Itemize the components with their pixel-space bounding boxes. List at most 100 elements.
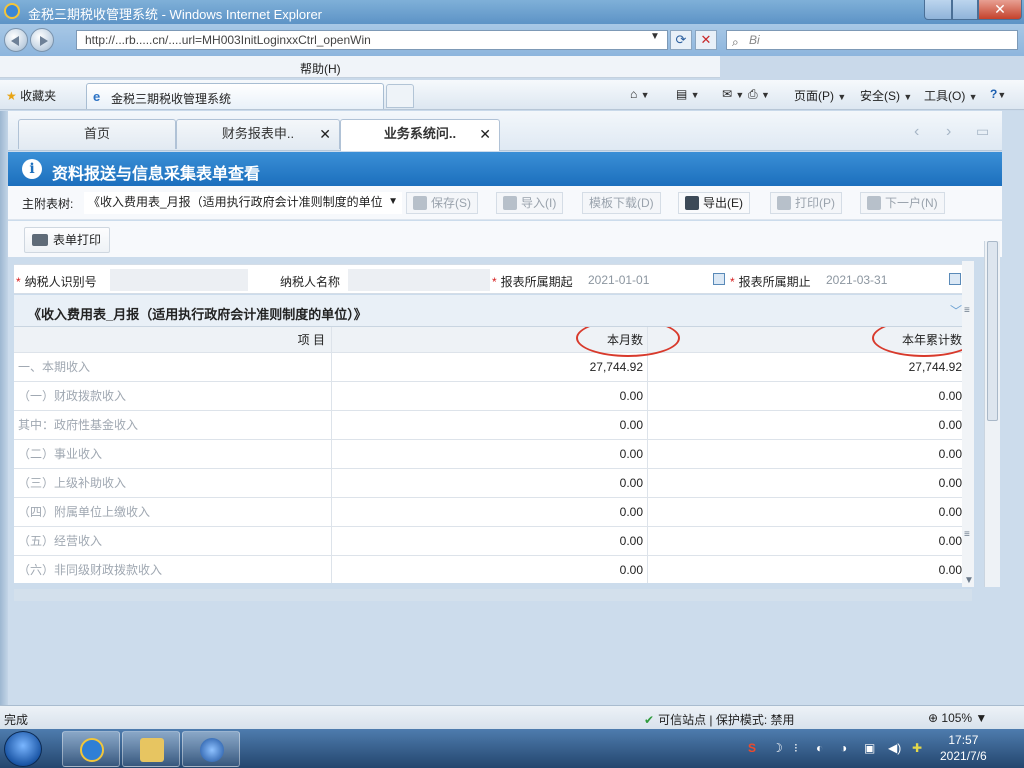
tab-home[interactable]: 首页: [18, 119, 176, 149]
page-menu[interactable]: 页面(P) ▼: [794, 87, 846, 104]
period-start-field[interactable]: 2021-01-01: [584, 269, 712, 291]
collapse-chevron-icon[interactable]: ﹀: [950, 302, 962, 319]
cell-ytd-value[interactable]: 0.00: [648, 469, 964, 498]
menu-bar: 帮助(H): [0, 56, 720, 78]
command-bar: ★ 收藏夹 e 金税三期税收管理系统 ⌂ ▼ ▤ ▼ ✉ ▼ ⎙ ▼ 页面(P)…: [0, 80, 1024, 110]
new-tab-button[interactable]: [386, 84, 414, 108]
scroll-down-icon[interactable]: ▼: [964, 575, 974, 586]
scroll-thumb[interactable]: [987, 241, 998, 421]
navigation-bar: http://...rb.....cn/....url=MH003InitLog…: [0, 24, 1024, 56]
forward-button[interactable]: [30, 28, 54, 52]
address-bar[interactable]: http://...rb.....cn/....url=MH003InitLog…: [76, 30, 668, 50]
export-icon: [685, 196, 699, 210]
cell-ytd-value[interactable]: 0.00: [648, 498, 964, 527]
cell-month-value[interactable]: 0.00: [332, 382, 648, 411]
taxpayer-id-label: * 纳税人识别号: [16, 275, 97, 289]
print-button[interactable]: 打印(P): [770, 192, 842, 214]
stop-button[interactable]: ✕: [695, 30, 717, 50]
ime-icon[interactable]: S: [748, 741, 756, 755]
cell-month-value[interactable]: 0.00: [332, 469, 648, 498]
close-tab-icon[interactable]: ✕: [319, 120, 331, 148]
cell-ytd-value[interactable]: 0.00: [648, 556, 964, 583]
close-window-button[interactable]: ✕: [978, 0, 1022, 20]
cell-month-value[interactable]: 0.00: [332, 440, 648, 469]
minimize-button[interactable]: [924, 0, 952, 20]
page-scrollbar[interactable]: [984, 241, 1000, 587]
calendar-icon[interactable]: [949, 273, 961, 285]
scroll-grip-icon: ≡: [964, 529, 970, 540]
browser-tab[interactable]: e 金税三期税收管理系统: [86, 83, 384, 109]
cell-ytd-value[interactable]: 0.00: [648, 411, 964, 440]
refresh-button[interactable]: ⟳: [670, 30, 692, 50]
save-button[interactable]: 保存(S): [406, 192, 478, 214]
taxpayer-name-field[interactable]: [348, 269, 490, 291]
tray-icon[interactable]: ◐: [816, 741, 823, 755]
left-collapse-strip[interactable]: [0, 111, 8, 705]
home-icon[interactable]: ⌂ ▼: [630, 87, 650, 101]
tray-plus-icon[interactable]: ✚: [912, 741, 922, 755]
system-clock[interactable]: 17:57 2021/7/6: [940, 732, 987, 764]
zoom-level[interactable]: ⊕ 105% ▼: [928, 711, 987, 725]
template-download-button[interactable]: 模板下载(D): [582, 192, 661, 214]
report-title-bar: 《收入费用表_月报（适用执行政府会计准则制度的单位）》 ﹀: [14, 295, 972, 327]
taskbar-explorer[interactable]: [122, 731, 180, 767]
tab-scroll-right-icon[interactable]: ›: [946, 123, 951, 141]
menu-help[interactable]: 帮助(H): [300, 60, 341, 77]
tab-scroll-left-icon[interactable]: ‹: [914, 123, 919, 141]
tab-financial-report[interactable]: 财务报表申.. ✕: [176, 119, 340, 149]
cell-month-value[interactable]: 0.00: [332, 527, 648, 556]
next-taxpayer-button[interactable]: 下一户(N): [860, 192, 945, 214]
tab-maximize-icon[interactable]: ▭: [976, 123, 989, 140]
taxpayer-id-field[interactable]: [110, 269, 248, 291]
address-dropdown-icon[interactable]: ▼: [650, 31, 660, 42]
print-icon[interactable]: ⎙ ▼: [748, 87, 770, 102]
print-row: 表单打印: [8, 221, 1002, 257]
folder-icon: [140, 738, 164, 762]
security-zone[interactable]: ✔ 可信站点 | 保护模式: 禁用: [644, 711, 795, 728]
safety-menu[interactable]: 安全(S) ▼: [860, 87, 912, 104]
export-button[interactable]: 导出(E): [678, 192, 750, 214]
period-end-field[interactable]: 2021-03-31: [822, 269, 948, 291]
search-input[interactable]: ⌕ Bi: [726, 30, 1018, 50]
maximize-button[interactable]: [952, 0, 978, 20]
cell-month-value[interactable]: 27,744.92: [332, 353, 648, 382]
start-button[interactable]: [4, 731, 42, 767]
windows-taskbar: S ☽ ⁝ ◐ ◑ ▣ ◀) ✚ 17:57 2021/7/6: [0, 729, 1024, 768]
network-icon[interactable]: ▣: [864, 741, 875, 755]
table-row: 一、本期收入 27,744.92 27,744.92: [14, 353, 964, 382]
cell-ytd-value[interactable]: 0.00: [648, 527, 964, 556]
tray-arrow-icon[interactable]: ⁝: [794, 741, 798, 755]
tray-icon[interactable]: ◑: [840, 741, 847, 755]
favorites-button[interactable]: ★ 收藏夹: [6, 87, 56, 104]
feeds-icon[interactable]: ▤ ▼: [676, 87, 700, 101]
calendar-icon[interactable]: [713, 273, 725, 285]
tray-icon[interactable]: ☽: [772, 741, 783, 755]
table-row: （一）财政拨款收入 0.00 0.00: [14, 382, 964, 411]
tab-business-system[interactable]: 业务系统问.. ✕: [340, 119, 500, 151]
scroll-grip-icon: ≡: [964, 305, 970, 316]
import-button[interactable]: 导入(I): [496, 192, 564, 214]
cell-month-value[interactable]: 0.00: [332, 498, 648, 527]
taskbar-ie[interactable]: [62, 731, 120, 767]
taxpayer-name-label: 纳税人名称: [280, 275, 341, 289]
tools-menu[interactable]: 工具(O) ▼: [924, 87, 978, 104]
volume-icon[interactable]: ◀): [888, 741, 901, 755]
cell-month-value[interactable]: 0.00: [332, 411, 648, 440]
row-item-label: （三）上级补助收入: [14, 469, 332, 498]
section-title: 资料报送与信息采集表单查看: [52, 166, 261, 183]
taskbar-app[interactable]: [182, 731, 240, 767]
form-tree-select[interactable]: 《收入费用表_月报（适用执行政府会计准则制度的单位 ▼: [84, 192, 402, 214]
form-print-button[interactable]: 表单打印: [24, 227, 111, 253]
table-scrollbar[interactable]: ≡ ≡ ▼: [962, 261, 974, 587]
cell-ytd-value[interactable]: 0.00: [648, 440, 964, 469]
help-icon[interactable]: ?▼: [990, 87, 1006, 101]
close-tab-icon[interactable]: ✕: [479, 120, 491, 148]
mail-icon[interactable]: ✉ ▼: [722, 87, 744, 101]
cell-month-value[interactable]: 0.00: [332, 556, 648, 583]
form-tree-label: 主附表树:: [22, 197, 74, 211]
back-button[interactable]: [4, 28, 28, 52]
row-item-label: （六）非同级财政拨款收入: [14, 556, 332, 583]
cell-ytd-value[interactable]: 27,744.92: [648, 353, 964, 382]
cell-ytd-value[interactable]: 0.00: [648, 382, 964, 411]
app-tab-bar: 首页 财务报表申.. ✕ 业务系统问.. ✕ ‹ › ▭: [8, 111, 1002, 151]
